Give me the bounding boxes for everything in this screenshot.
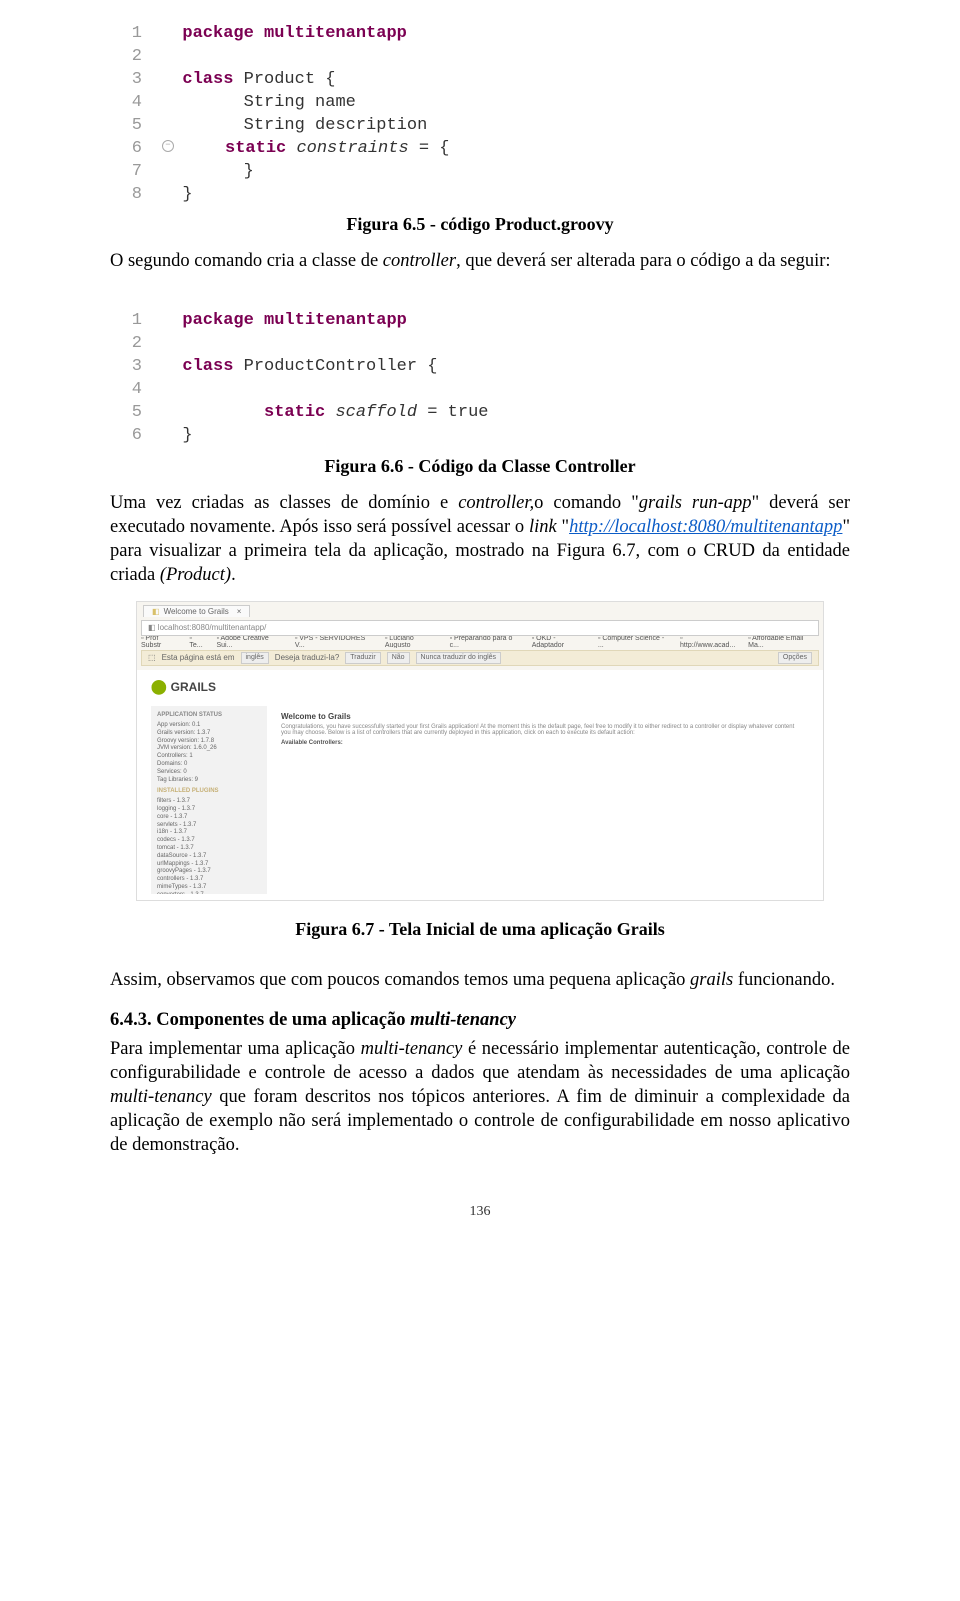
sidebar-plugin-item: servlets - 1.3.7 bbox=[157, 822, 261, 830]
grails-logo: ⬤ GRAILS bbox=[151, 678, 216, 695]
sidebar-plugin-item: core - 1.3.7 bbox=[157, 814, 261, 822]
bookmark-item[interactable]: ▫ Preparando para o c... bbox=[450, 636, 522, 648]
translate-bar: ⬚ Esta página está em inglês Deseja trad… bbox=[141, 650, 819, 666]
sidebar-status-item: Tag Libraries: 9 bbox=[157, 777, 261, 785]
translate-button[interactable]: Traduzir bbox=[345, 652, 380, 664]
grails-icon: ⬤ bbox=[151, 678, 167, 695]
available-controllers-label: Available Controllers: bbox=[281, 740, 803, 746]
bookmark-item[interactable]: ▫ http://www.acad... bbox=[680, 636, 738, 648]
paragraph-4: Para implementar uma aplicação multi-ten… bbox=[110, 1037, 850, 1157]
sidebar-plugin-item: codecs - 1.3.7 bbox=[157, 837, 261, 845]
sidebar-plugin-item: controllers - 1.3.7 bbox=[157, 876, 261, 884]
address-bar[interactable]: ◧ localhost:8080/multitenantapp/ bbox=[141, 620, 819, 636]
figure-caption-67: Figura 6.7 - Tela Inicial de uma aplicaç… bbox=[110, 919, 850, 940]
close-tab-icon[interactable]: × bbox=[237, 607, 242, 616]
code-line: package multitenantapp bbox=[182, 24, 406, 43]
browser-tab[interactable]: ◧ Welcome to Grails × bbox=[143, 605, 250, 617]
sidebar-plugin-item: urlMappings - 1.3.7 bbox=[157, 861, 261, 869]
sidebar-plugin-item: groovyPages - 1.3.7 bbox=[157, 868, 261, 876]
page-icon: ◧ bbox=[148, 623, 156, 632]
bookmark-item[interactable]: ▫ Computer Science - ... bbox=[598, 636, 670, 648]
code-block-controller: 1 package multitenantapp 2 3 class Produ… bbox=[110, 287, 850, 448]
page-icon: ◧ bbox=[152, 607, 160, 616]
grails-browser-screenshot: ◧ Welcome to Grails × ◧ localhost:8080/m… bbox=[136, 601, 824, 901]
paragraph-3: Assim, observamos que com poucos comando… bbox=[110, 968, 850, 992]
bookmark-item[interactable]: ▫ Luciano Augusto bbox=[385, 636, 440, 648]
sidebar-status-item: Grails version: 1.3.7 bbox=[157, 730, 261, 738]
sidebar-status-item: Controllers: 1 bbox=[157, 753, 261, 761]
sidebar-plugin-item: filters - 1.3.7 bbox=[157, 798, 261, 806]
sidebar-heading-plugins: INSTALLED PLUGINS bbox=[157, 788, 261, 796]
sidebar-heading-status: APPLICATION STATUS bbox=[157, 712, 261, 720]
page-body: ⬤ GRAILS APPLICATION STATUS App version:… bbox=[137, 670, 823, 900]
sidebar-status-item: Groovy version: 1.7.8 bbox=[157, 738, 261, 746]
bookmark-item[interactable]: ▫ Affordable Email Ma... bbox=[748, 636, 819, 648]
code-block-product: 1 package multitenantapp 2 3 class Produ… bbox=[110, 0, 850, 206]
bookmark-item[interactable]: ▫ VPS - SERVIDORES V... bbox=[295, 636, 375, 648]
sidebar-plugin-item: tomcat - 1.3.7 bbox=[157, 845, 261, 853]
options-button[interactable]: Opções bbox=[778, 652, 812, 664]
sidebar-plugin-item: converters - 1.3.7 bbox=[157, 892, 261, 894]
bookmark-item[interactable]: ▫ Te... bbox=[189, 636, 206, 648]
sidebar-status-item: App version: 0.1 bbox=[157, 722, 261, 730]
lang-dropdown[interactable]: inglês bbox=[241, 652, 269, 664]
no-button[interactable]: Não bbox=[387, 652, 410, 664]
bookmark-item[interactable]: ▫ OKD - Adaptador bbox=[532, 636, 588, 648]
tab-title: Welcome to Grails bbox=[164, 607, 229, 616]
sidebar-plugin-item: logging - 1.3.7 bbox=[157, 806, 261, 814]
figure-caption-65: Figura 6.5 - código Product.groovy bbox=[110, 214, 850, 235]
welcome-text: Congratulations, you have successfully s… bbox=[281, 724, 803, 736]
section-heading-643: 6.4.3. Componentes de uma aplicação mult… bbox=[110, 1010, 850, 1031]
sidebar-plugin-item: i18n - 1.3.7 bbox=[157, 829, 261, 837]
sidebar-plugin-item: mimeTypes - 1.3.7 bbox=[157, 884, 261, 892]
sidebar-status-item: Services: 0 bbox=[157, 769, 261, 777]
multitenant-url-link[interactable]: http://localhost:8080/multitenantapp bbox=[569, 517, 842, 537]
never-translate-button[interactable]: Nunca traduzir do inglês bbox=[416, 652, 502, 664]
sidebar-plugin-item: dataSource - 1.3.7 bbox=[157, 853, 261, 861]
main-content: Welcome to Grails Congratulations, you h… bbox=[275, 706, 809, 756]
figure-caption-66: Figura 6.6 - Código da Classe Controller bbox=[110, 456, 850, 477]
app-status-sidebar: APPLICATION STATUS App version: 0.1Grail… bbox=[151, 706, 267, 894]
sidebar-status-item: JVM version: 1.6.0_26 bbox=[157, 745, 261, 753]
paragraph-2: Uma vez criadas as classes de domínio e … bbox=[110, 491, 850, 587]
paragraph-1: O segundo comando cria a classe de contr… bbox=[110, 249, 850, 273]
translate-icon: ⬚ bbox=[148, 651, 156, 665]
bookmark-item[interactable]: ▫ Adobe Creative Sui... bbox=[216, 636, 284, 648]
address-text: localhost:8080/multitenantapp/ bbox=[158, 623, 267, 632]
page-number: 136 bbox=[110, 1204, 850, 1220]
sidebar-status-item: Domains: 0 bbox=[157, 761, 261, 769]
welcome-heading: Welcome to Grails bbox=[281, 712, 803, 721]
bookmark-item[interactable]: ▫ Prof Substr bbox=[141, 636, 179, 648]
bookmarks-bar: ▫ Prof Substr ▫ Te... ▫ Adobe Creative Sui… bbox=[141, 636, 819, 648]
